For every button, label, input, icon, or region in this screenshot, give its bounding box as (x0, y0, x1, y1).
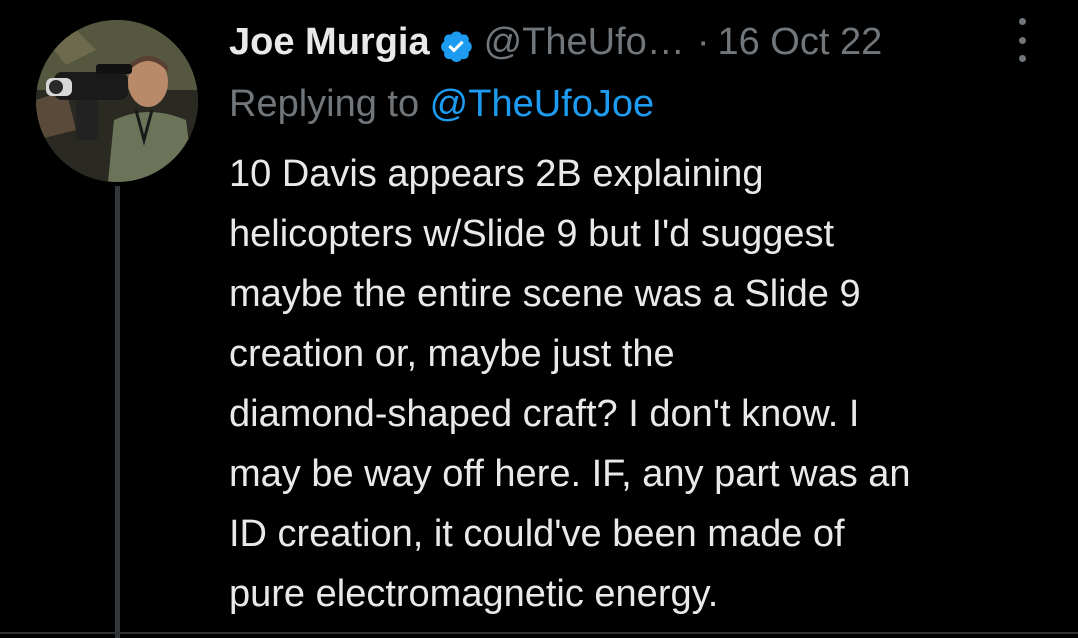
verified-badge-icon (438, 24, 474, 63)
tweet-body-line: pure electromagnetic energy. (229, 573, 719, 615)
tweet-body-line: maybe the entire scene was a Slide 9 (229, 273, 861, 315)
tweet-body-line: diamond-shaped craft? I don't know. I (229, 393, 860, 435)
tweet-body-line: ID creation, it could've been made of (229, 513, 845, 555)
avatar-column (36, 20, 198, 182)
more-vertical-icon[interactable] (1012, 18, 1032, 62)
replying-to-label: Replying to (229, 83, 430, 125)
tweet-body-line: 10 Davis appears 2B explaining (229, 153, 764, 195)
replying-to: Replying to @TheUfoJoe (229, 76, 654, 132)
tweet-body-line: may be way off here. IF, any part was an (229, 453, 911, 495)
tweet-header: Joe Murgia @TheUfo… · 16 Oct 22 (229, 14, 882, 70)
more-dot (1018, 36, 1026, 44)
replying-to-mention-link[interactable]: @TheUfoJoe (430, 83, 654, 125)
tweet-body-line: helicopters w/Slide 9 but I'd suggest (229, 213, 835, 255)
more-dot (1018, 55, 1026, 62)
tweet-date[interactable]: 16 Oct 22 (717, 14, 882, 70)
tweet-body-line: creation or, maybe just the (229, 333, 675, 375)
author-display-name[interactable]: Joe Murgia (229, 14, 430, 70)
author-handle[interactable]: @TheUfo… (484, 14, 685, 70)
thread-line (115, 186, 120, 638)
divider (0, 632, 1078, 634)
more-dot (1018, 18, 1026, 25)
avatar-photo (36, 20, 198, 182)
tweet[interactable]: Joe Murgia @TheUfo… · 16 Oct 22 Replying… (0, 0, 1078, 638)
tweet-body: 10 Davis appears 2B explaining helicopte… (229, 144, 1049, 624)
header-separator: · (696, 21, 710, 63)
avatar[interactable] (36, 20, 198, 182)
